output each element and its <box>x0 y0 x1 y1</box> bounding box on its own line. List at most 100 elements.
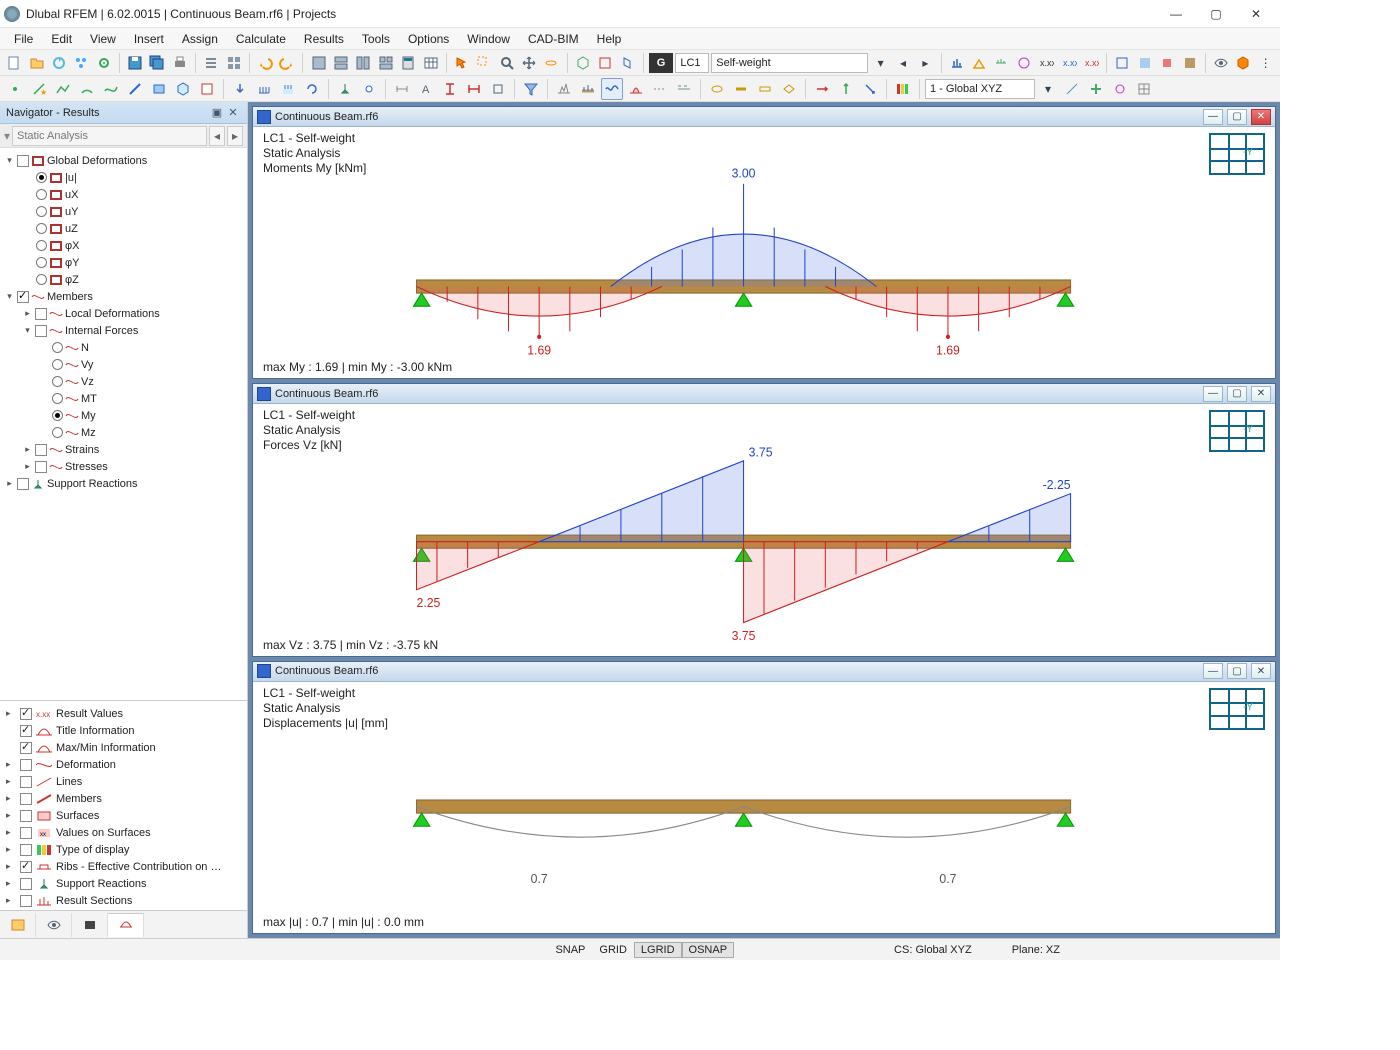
display-6-icon[interactable] <box>673 78 695 100</box>
display-2-icon[interactable] <box>577 78 599 100</box>
filter-icon[interactable]: ▾ <box>4 129 10 143</box>
save-icon[interactable] <box>125 52 145 74</box>
tree-my[interactable]: My <box>81 410 96 422</box>
y-axis-icon[interactable] <box>835 78 857 100</box>
opt-type-display[interactable]: Type of display <box>56 844 129 856</box>
opt-deformation[interactable]: Deformation <box>56 759 116 771</box>
opt-values-surf[interactable]: Values on Surfaces <box>56 827 151 839</box>
tree-phiy[interactable]: φY <box>65 257 79 269</box>
doc-max-button[interactable]: ▢ <box>1227 663 1247 679</box>
rv-icon-4[interactable] <box>1014 52 1034 74</box>
cube-icon[interactable] <box>1233 52 1253 74</box>
arc-icon[interactable] <box>76 78 98 100</box>
addons-icon[interactable] <box>71 52 91 74</box>
render-solid-icon[interactable] <box>1135 52 1155 74</box>
grid-icon[interactable] <box>223 52 243 74</box>
nav-tab-4[interactable] <box>108 913 144 937</box>
tree-global-deformations[interactable]: Global Deformations <box>47 155 147 167</box>
display-options[interactable]: ▸x.xxResult Values ▸Title Information ▸M… <box>0 700 247 910</box>
tree-strains[interactable]: Strains <box>65 444 99 456</box>
x-axis-icon[interactable] <box>811 78 833 100</box>
undo-icon[interactable] <box>255 52 275 74</box>
menu-tools[interactable]: Tools <box>354 31 398 47</box>
nav-tab-3[interactable] <box>72 913 108 937</box>
calculate-icon[interactable] <box>398 52 418 74</box>
doc-canvas-disp[interactable]: LC1 - Self-weightStatic AnalysisDisplace… <box>253 682 1275 933</box>
loadcase-tag[interactable]: LC1 <box>675 53 709 73</box>
window-3-icon[interactable] <box>353 52 373 74</box>
opt-title-info[interactable]: Title Information <box>56 725 134 737</box>
list-icon[interactable] <box>201 52 221 74</box>
display-5-icon[interactable] <box>649 78 671 100</box>
beam-type-3-icon[interactable] <box>754 78 776 100</box>
menu-options[interactable]: Options <box>400 31 457 47</box>
rotate-icon[interactable] <box>541 52 561 74</box>
tree-stresses[interactable]: Stresses <box>65 461 108 473</box>
load-node-icon[interactable] <box>229 78 251 100</box>
menu-edit[interactable]: Edit <box>43 31 80 47</box>
doc-min-button[interactable]: — <box>1203 386 1223 402</box>
node-icon[interactable] <box>4 78 26 100</box>
window-1-icon[interactable] <box>308 52 328 74</box>
zoom-window-icon[interactable] <box>474 52 494 74</box>
menu-results[interactable]: Results <box>296 31 352 47</box>
close-button[interactable]: ✕ <box>1236 0 1276 28</box>
view-right-icon[interactable] <box>617 52 637 74</box>
opt-maxmin[interactable]: Max/Min Information <box>56 742 156 754</box>
tree-uy[interactable]: uY <box>65 206 78 218</box>
doc-close-button[interactable]: ✕ <box>1251 109 1271 125</box>
member-icon[interactable] <box>124 78 146 100</box>
tree-vy[interactable]: Vy <box>81 359 93 371</box>
toolbar-overflow-icon[interactable]: ⋮ <box>1255 52 1275 74</box>
menu-assign[interactable]: Assign <box>174 31 226 47</box>
show-icon[interactable] <box>1211 52 1231 74</box>
beam-type-4-icon[interactable] <box>778 78 800 100</box>
tree-local-def[interactable]: Local Deformations <box>65 308 160 320</box>
beam-type-2-icon[interactable] <box>730 78 752 100</box>
navigator-close-icon[interactable]: ✕ <box>225 105 241 121</box>
print-icon[interactable] <box>170 52 190 74</box>
tree-ux[interactable]: uX <box>65 189 78 201</box>
view-front-icon[interactable] <box>595 52 615 74</box>
cs-new-icon[interactable] <box>1085 78 1107 100</box>
display-1-icon[interactable] <box>553 78 575 100</box>
loadcase-name-combo[interactable]: Self-weight <box>711 53 868 73</box>
maximize-button[interactable]: ▢ <box>1196 0 1236 28</box>
menu-view[interactable]: View <box>82 31 124 47</box>
zoom-fit-icon[interactable] <box>496 52 516 74</box>
opt-lines[interactable]: Lines <box>56 776 82 788</box>
menu-insert[interactable]: Insert <box>126 31 172 47</box>
view-iso-icon[interactable] <box>573 52 593 74</box>
filter-icon[interactable] <box>520 78 542 100</box>
cs-edit-icon[interactable] <box>1061 78 1083 100</box>
render-wireframe-icon[interactable] <box>1112 52 1132 74</box>
display-3-icon[interactable] <box>601 78 623 100</box>
line-icon[interactable]: ★ <box>28 78 50 100</box>
menu-help[interactable]: Help <box>589 31 630 47</box>
tree-vz[interactable]: Vz <box>81 376 94 388</box>
tree-n[interactable]: N <box>81 342 89 354</box>
nav-tab-2[interactable] <box>36 913 72 937</box>
text-icon[interactable]: A <box>415 78 437 100</box>
display-4-icon[interactable] <box>625 78 647 100</box>
tree-members[interactable]: Members <box>47 291 93 303</box>
rv-icon-1[interactable] <box>947 52 967 74</box>
tree-internal-forces[interactable]: Internal Forces <box>65 325 138 337</box>
status-lgrid[interactable]: LGRID <box>634 942 682 958</box>
new-file-icon[interactable] <box>4 52 24 74</box>
beam-type-1-icon[interactable] <box>706 78 728 100</box>
status-grid[interactable]: GRID <box>592 942 634 958</box>
section-box-icon[interactable] <box>487 78 509 100</box>
tree-mz[interactable]: Mz <box>81 427 96 439</box>
rv-icon-3[interactable] <box>991 52 1011 74</box>
tree-phix[interactable]: φX <box>65 240 79 252</box>
opening-icon[interactable] <box>196 78 218 100</box>
z-axis-icon[interactable] <box>859 78 881 100</box>
dimension-icon[interactable] <box>391 78 413 100</box>
select-icon[interactable] <box>452 52 472 74</box>
status-snap[interactable]: SNAP <box>548 942 592 958</box>
tree-phiz[interactable]: φZ <box>65 274 79 286</box>
rv-icon-2[interactable] <box>969 52 989 74</box>
rv-icon-6[interactable]: x.xx <box>1058 52 1078 74</box>
cs-grid-icon[interactable] <box>1133 78 1155 100</box>
